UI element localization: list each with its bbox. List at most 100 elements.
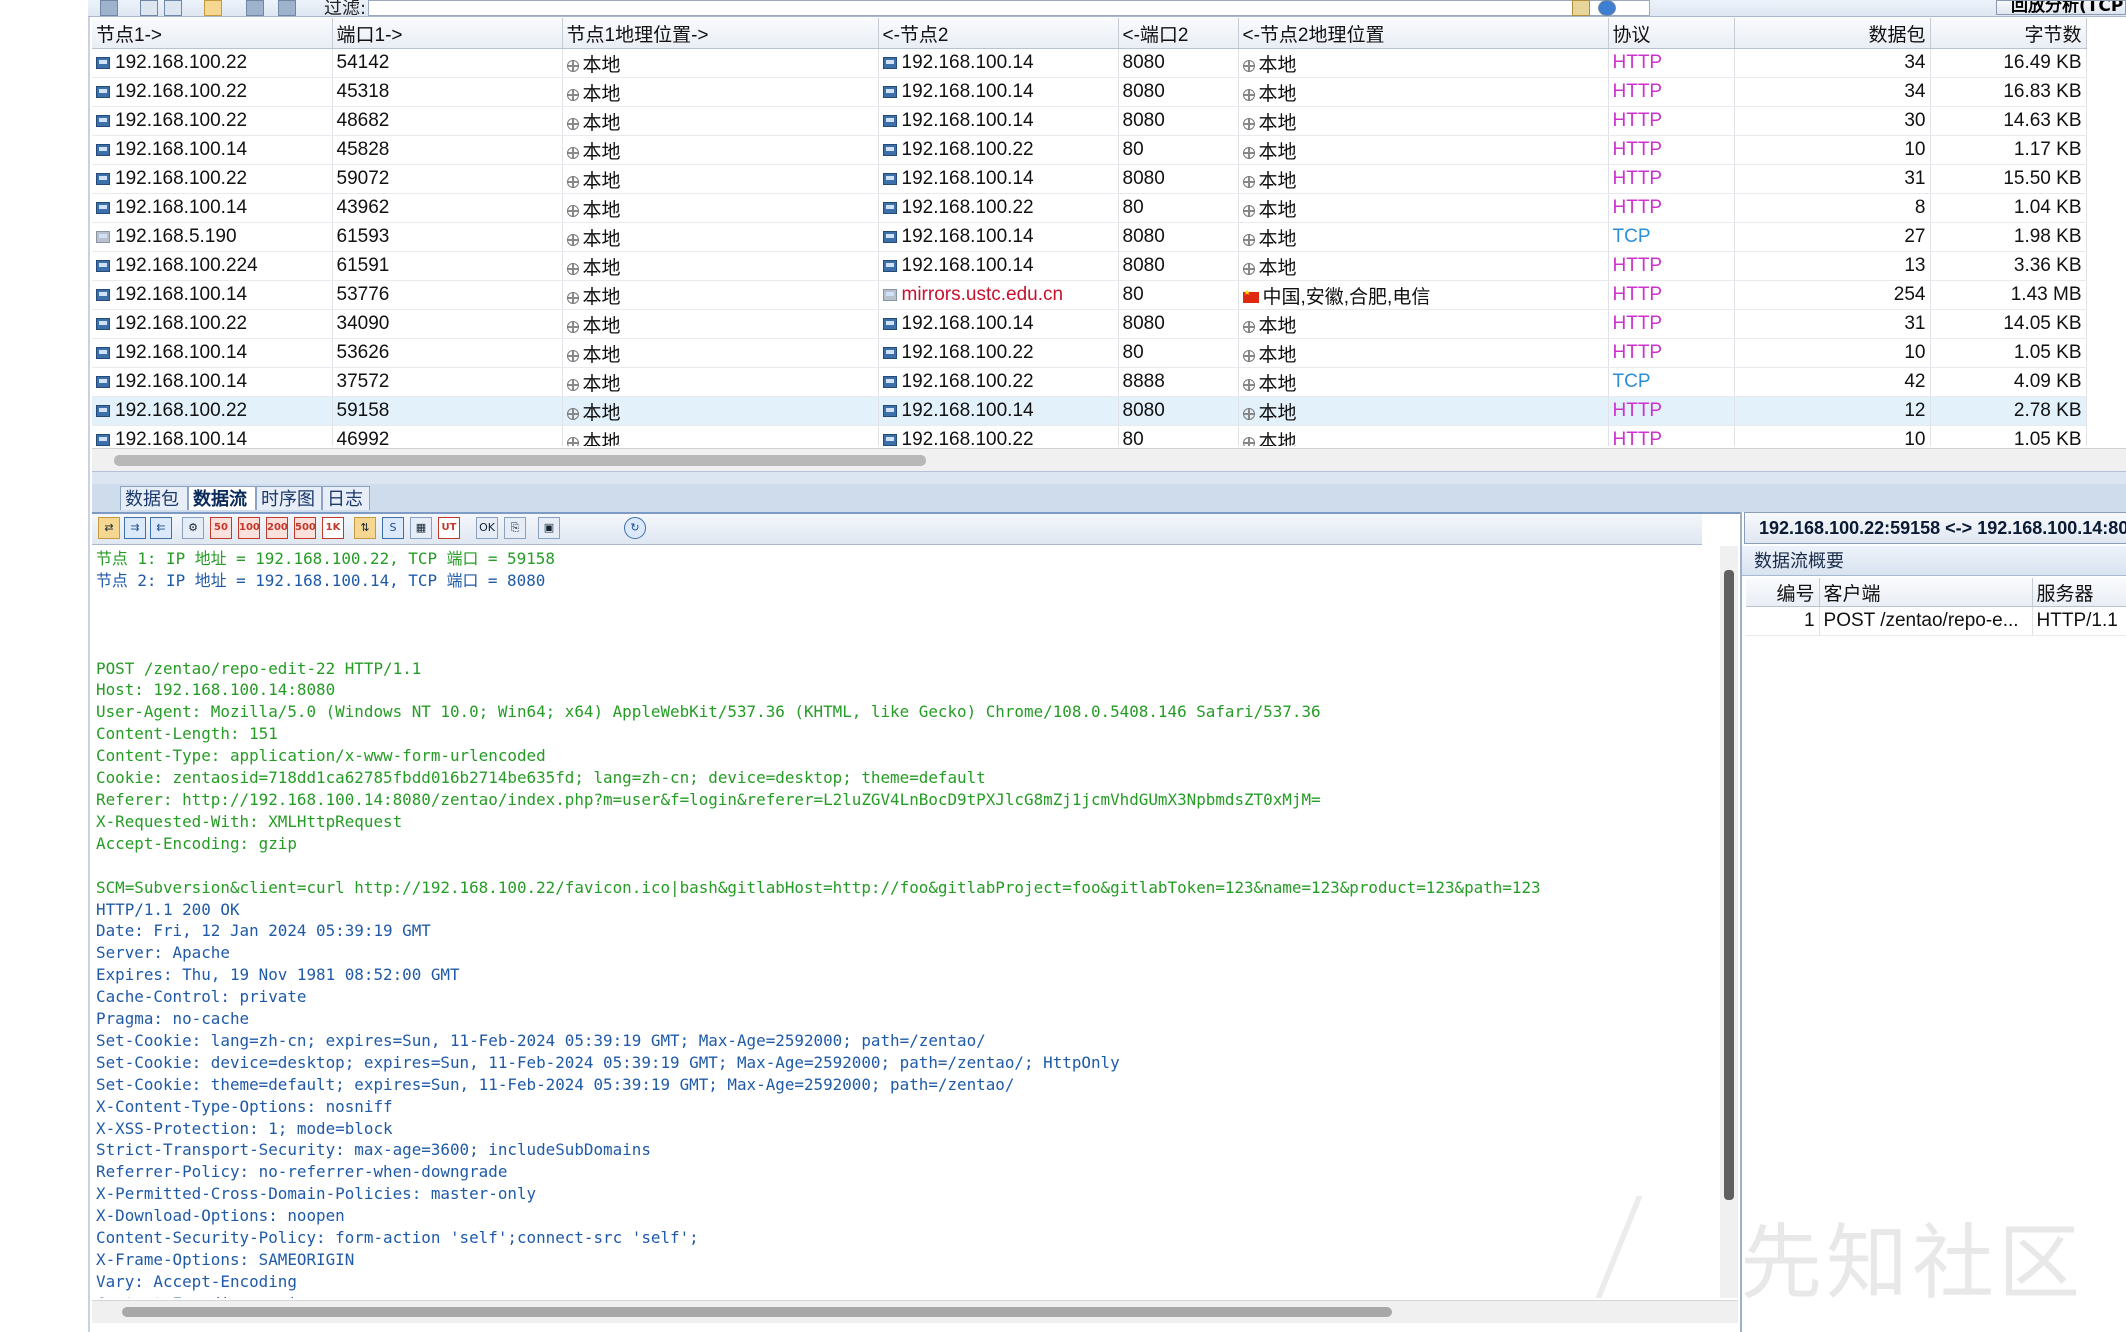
summary-row[interactable]: 1 POST /zentao/repo-e... HTTP/1.1 [1746,606,2126,636]
byte-count: 4.09 KB [2013,371,2082,392]
geo2: 本地 [1258,228,1297,250]
col-header-node1[interactable]: 节点1-> [92,18,333,49]
table-row[interactable]: 192.168.100.14 46992 本地 192.168.100.22 80 本地 H… [92,425,2087,446]
computer-icon [882,318,897,330]
scrollbar-thumb[interactable] [122,1307,1392,1317]
help-icon[interactable] [1598,0,1616,16]
summary-table: 编号 客户端 服务器 1 POST /zentao/repo-e... HTTP… [1746,578,2126,636]
limit-1k-icon[interactable]: 1K [322,517,344,539]
stream-content[interactable]: 节点 1: IP 地址 = 192.168.100.22, TCP 端口 = 5… [92,546,1721,1298]
table-row[interactable]: 192.168.100.14 37572 本地 192.168.100.22 8888 本… [92,367,2087,397]
summary-title: 数据流概要 [1742,546,2126,576]
export-icon[interactable] [164,0,182,16]
globe-icon [566,175,579,188]
table-row[interactable]: 192.168.100.22 45318 本地 192.168.100.14 8080 本… [92,77,2087,107]
byte-count: 16.83 KB [2003,81,2082,102]
settings-icon[interactable] [246,0,264,16]
table-row[interactable]: 192.168.5.190 61593 本地 192.168.100.14 8080 本地… [92,222,2087,252]
save-icon[interactable] [100,0,118,16]
col-header-bytes[interactable]: 字节数 [1930,18,2087,49]
limit-100-icon[interactable]: 100 [238,517,260,539]
open-icon[interactable] [140,0,158,16]
stream-vertical-scrollbar-thumb[interactable] [1722,570,1736,1210]
col-header-geo1[interactable]: 节点1地理位置-> [562,18,879,49]
tab-log[interactable]: 日志 [322,486,370,510]
server-direction-icon[interactable]: ⇇ [150,517,172,539]
computer-icon [96,318,110,330]
hex-icon[interactable]: ⇅ [354,517,376,539]
col-header-port1[interactable]: 端口1-> [332,18,563,49]
computer-icon [96,289,110,301]
stream-line: Set-Cookie: device=desktop; expires=Sun,… [96,1052,1120,1072]
protocol: HTTP [1612,168,1663,189]
port2: 8888 [1122,371,1165,392]
table-row[interactable]: 192.168.100.22 48682 本地 192.168.100.14 8080 本… [92,106,2087,136]
globe-icon [1242,117,1255,130]
stream-line: HTTP/1.1 200 OK [96,899,240,919]
table-row[interactable]: 192.168.100.22 54142 本地 192.168.100.14 8080 本… [92,48,2087,78]
summary-col-client[interactable]: 客户端 [1819,578,2033,607]
packet-count: 13 [1904,255,1926,276]
limit-200-icon[interactable]: 200 [266,517,288,539]
scrollbar-thumb[interactable] [114,455,926,466]
col-header-geo2[interactable]: <-节点2地理位置 [1238,18,1609,49]
client-direction-icon[interactable]: ⇉ [124,517,146,539]
tab-stream[interactable]: 数据流 [188,486,256,510]
node1-ip: 192.168.100.22 [115,400,248,421]
table-row[interactable]: 192.168.100.14 45828 本地 192.168.100.22 80 本地 H… [92,135,2087,165]
node2-ip: 192.168.100.14 [901,400,1034,421]
computer-icon [882,86,897,98]
limit-500-icon[interactable]: 500 [294,517,316,539]
col-header-node2[interactable]: <-节点2 [878,18,1119,49]
table-row[interactable]: 192.168.100.14 43962 本地 192.168.100.22 80 本地 H… [92,193,2087,223]
tab-sequence[interactable]: 时序图 [256,486,322,510]
summary-col-id[interactable]: 编号 [1746,578,1820,607]
col-header-port2[interactable]: <-端口2 [1118,18,1239,49]
geo1: 本地 [582,112,621,134]
table-row[interactable]: 192.168.100.224 61591 本地 192.168.100.14 8080… [92,251,2087,281]
computer-icon [96,202,110,214]
summary-col-server[interactable]: 服务器 [2032,578,2126,607]
col-header-protocol[interactable]: 协议 [1608,18,1735,49]
reload-icon[interactable]: ↻ [624,517,646,539]
port1: 59072 [336,168,390,189]
stream-line: 节点 2: IP 地址 = 192.168.100.14, TCP 端口 = 8… [96,570,546,590]
stream-line: Set-Cookie: lang=zh-cn; expires=Sun, 11-… [96,1030,986,1050]
replay-analysis-button[interactable]: 回放分析(TCP [1996,0,2126,15]
table-row[interactable]: 192.168.100.22 34090 本地 192.168.100.14 8080 本… [92,309,2087,339]
table-row[interactable]: 192.168.100.14 53776 本地 mirrors.ustc.edu.cn… [92,280,2087,310]
refresh-icon[interactable] [278,0,296,16]
table-row[interactable]: 192.168.100.22 59158 本地 192.168.100.14 8080 本… [92,396,2087,426]
globe-icon [1242,407,1255,420]
filter-input[interactable] [368,0,1650,16]
limit-50-icon[interactable]: 50 [210,517,232,539]
table-row[interactable]: 192.168.100.22 59072 本地 192.168.100.14 8080 本… [92,164,2087,194]
geo1: 本地 [582,54,621,76]
grid-horizontal-scrollbar[interactable] [92,448,2126,471]
both-directions-icon[interactable]: ⇄ [98,517,120,539]
port2: 8080 [1122,52,1165,73]
packet-count: 254 [1893,284,1926,305]
byte-count: 1.05 KB [2013,429,2082,446]
col-header-packets[interactable]: 数据包 [1734,18,1931,49]
bottom-tabs: 数据包 数据流 时序图 日志 [92,484,2126,514]
copy-icon[interactable]: ⎘ [504,517,526,539]
utf8-icon[interactable]: UT [438,517,460,539]
ascii-icon[interactable]: S [382,517,404,539]
ok-icon[interactable]: OK [476,517,498,539]
search-icon[interactable] [1572,0,1590,16]
port1: 45828 [336,139,390,160]
geo2: 本地 [1258,199,1297,221]
code-icon[interactable]: ▦ [410,517,432,539]
stream-horizontal-scrollbar[interactable] [92,1300,1738,1323]
decode-icon[interactable]: ⚙ [182,517,204,539]
node1-ip: 192.168.100.14 [115,139,248,160]
tab-packets[interactable]: 数据包 [120,486,188,510]
stream-line: Content-Security-Policy: form-action 'se… [96,1228,699,1248]
stream-line: Content-Encoding: gzip [96,1294,306,1298]
globe-icon [566,436,579,446]
grid-view-icon[interactable] [204,0,222,16]
image-export-icon[interactable]: ▣ [538,517,560,539]
pane-splitter[interactable] [92,471,2126,485]
table-row[interactable]: 192.168.100.14 53626 本地 192.168.100.22 80 本地 H… [92,338,2087,368]
